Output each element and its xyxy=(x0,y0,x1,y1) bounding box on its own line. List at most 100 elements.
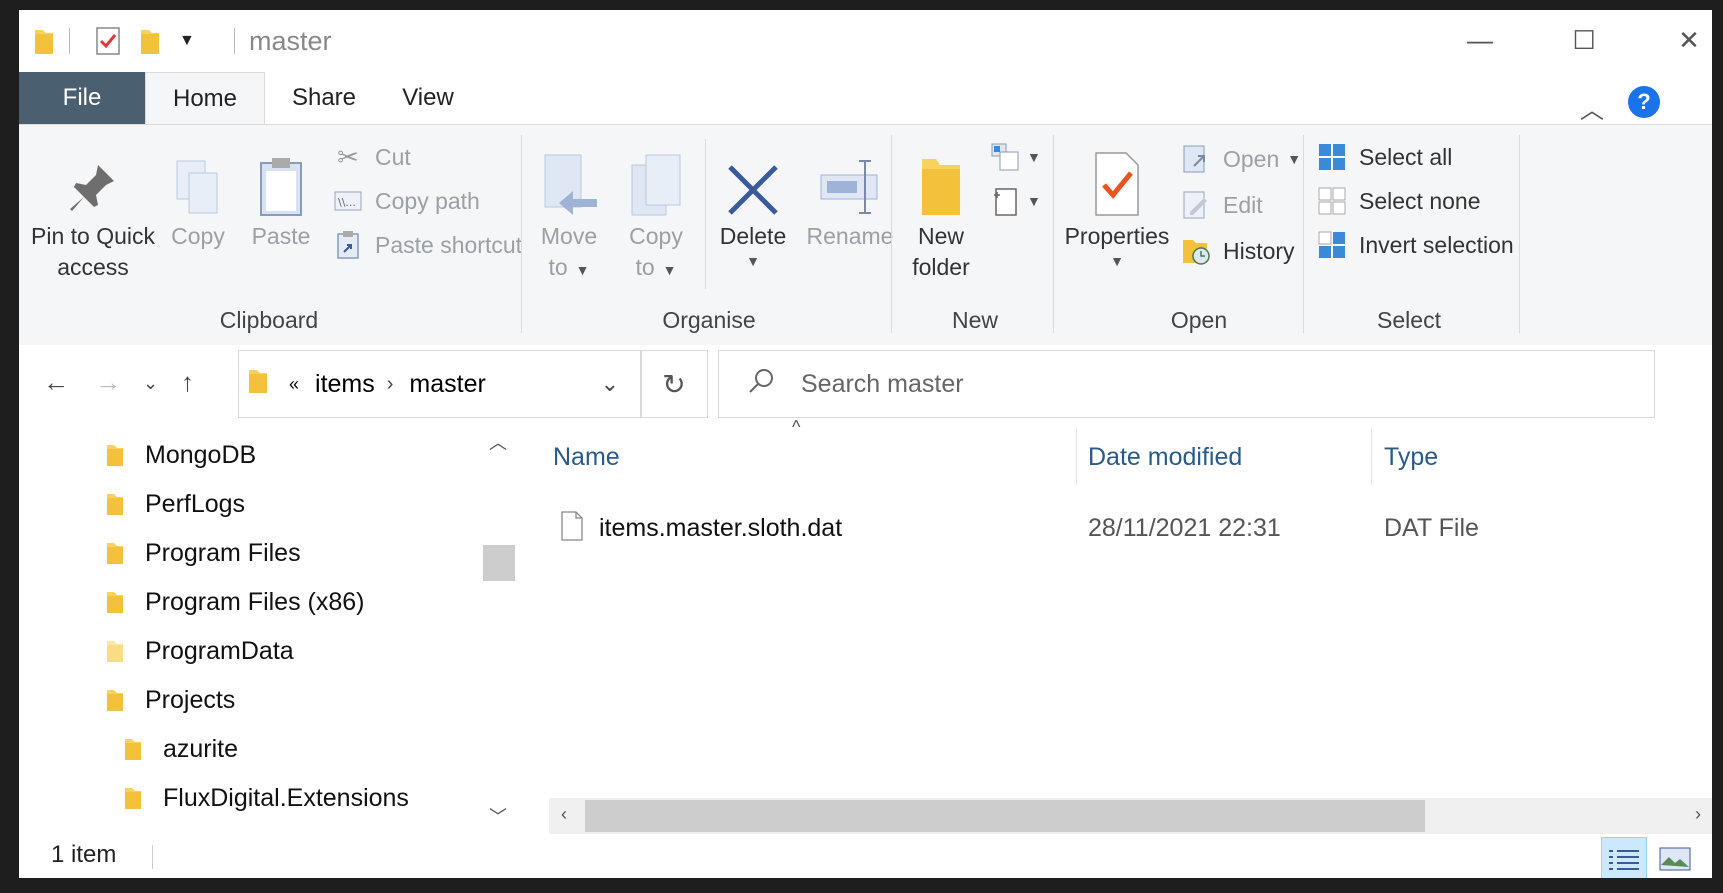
history-icon xyxy=(1179,236,1213,266)
tab-view[interactable]: View xyxy=(381,72,475,124)
search-icon xyxy=(747,367,775,402)
cut-button[interactable]: ✂ Cut xyxy=(331,137,411,177)
folder-icon xyxy=(105,442,129,468)
select-none-icon xyxy=(1315,186,1349,216)
open-button[interactable]: Open ▼ xyxy=(1179,139,1301,179)
file-list: ^ Name Date modified Type items.master.s… xyxy=(516,417,1712,835)
ribbon-tabs: File Home Share View ︿ ? xyxy=(19,72,1712,125)
easy-access-button[interactable]: ▼ xyxy=(989,181,1041,221)
copy-to-button[interactable]: Copy to ▼ xyxy=(619,141,693,286)
group-separator xyxy=(1519,135,1520,333)
up-arrow-icon[interactable]: ↑ xyxy=(181,367,194,398)
nav-item-program-files[interactable]: Program Files xyxy=(105,531,301,575)
search-box[interactable]: Search master xyxy=(718,350,1655,418)
refresh-icon[interactable]: ↻ xyxy=(640,350,708,418)
nav-item-program-files-x86[interactable]: Program Files (x86) xyxy=(105,580,365,624)
recent-locations-chevron-icon[interactable]: ⌄ xyxy=(143,373,158,394)
address-bar[interactable]: « items › master ⌄ xyxy=(238,350,642,418)
column-separator[interactable] xyxy=(1076,429,1077,485)
select-all-button[interactable]: Select all xyxy=(1315,137,1452,177)
address-history-chevron-icon[interactable]: ⌄ xyxy=(601,371,619,397)
file-type: DAT File xyxy=(1384,513,1479,542)
paste-shortcut-icon xyxy=(331,230,365,260)
tab-home[interactable]: Home xyxy=(145,72,265,125)
column-header-name[interactable]: Name xyxy=(553,443,620,472)
title-bar[interactable]: ▼ master — ☐ ✕ xyxy=(19,10,1712,72)
maximize-button[interactable]: ☐ xyxy=(1549,20,1619,60)
edit-button[interactable]: Edit xyxy=(1179,185,1263,225)
file-name: items.master.sloth.dat xyxy=(599,513,843,542)
move-to-button[interactable]: Move to ▼ xyxy=(533,141,605,286)
tab-share[interactable]: Share xyxy=(269,72,379,124)
file-row[interactable]: items.master.sloth.dat 28/11/2021 22:31 … xyxy=(546,503,1696,553)
customize-quick-access-dropdown[interactable]: ▼ xyxy=(179,32,195,50)
properties-dropdown-caret[interactable]: ▼ xyxy=(1059,252,1175,270)
close-button[interactable]: ✕ xyxy=(1654,20,1712,60)
scroll-down-icon[interactable]: ﹀ xyxy=(480,803,516,829)
copy-button[interactable]: Copy xyxy=(165,141,231,252)
properties-icon xyxy=(1059,141,1175,217)
copy-path-button[interactable]: \\... Copy path xyxy=(331,181,480,221)
scroll-up-icon[interactable]: ︿ xyxy=(480,429,516,455)
column-header-date-modified[interactable]: Date modified xyxy=(1088,443,1242,472)
minimize-ribbon-chevron-icon[interactable]: ︿ xyxy=(1580,90,1604,125)
rename-button[interactable]: Rename xyxy=(803,141,897,252)
paste-button[interactable]: Paste xyxy=(245,141,317,252)
new-folder-button[interactable]: New folder xyxy=(901,141,981,283)
pin-label-line1: Pin to Quick xyxy=(31,223,155,249)
nav-item-label: Program Files xyxy=(145,538,301,567)
nav-item-projects[interactable]: Projects xyxy=(105,678,235,722)
scrollbar-thumb[interactable] xyxy=(585,800,1425,832)
large-icons-view-button[interactable] xyxy=(1653,837,1697,878)
group-separator xyxy=(1053,135,1054,333)
scissors-icon: ✂ xyxy=(337,141,359,172)
select-none-button[interactable]: Select none xyxy=(1315,181,1480,221)
column-separator[interactable] xyxy=(1371,429,1372,485)
nav-item-perflogs[interactable]: PerfLogs xyxy=(105,482,245,526)
nav-item-mongodb[interactable]: MongoDB xyxy=(105,433,256,477)
breadcrumb-items[interactable]: items xyxy=(315,370,375,399)
file-list-horizontal-scrollbar[interactable]: ‹ › xyxy=(549,798,1712,834)
open-dropdown-caret: ▼ xyxy=(1287,151,1302,167)
back-arrow-icon[interactable]: ← xyxy=(43,367,69,398)
properties-button[interactable]: Properties ▼ xyxy=(1059,141,1175,270)
navigation-pane-scrollbar[interactable]: ︿ ﹀ xyxy=(480,423,516,835)
edit-label: Edit xyxy=(1223,191,1263,218)
delete-dropdown-caret[interactable]: ▼ xyxy=(713,252,793,270)
breadcrumb-overflow[interactable]: « xyxy=(289,374,299,395)
nav-item-fluxdigital-extensions[interactable]: FluxDigital.Extensions xyxy=(123,776,409,820)
folder-icon xyxy=(123,785,147,811)
invert-selection-button[interactable]: Invert selection xyxy=(1315,225,1514,265)
pin-to-quick-access-button[interactable]: Pin to Quick access xyxy=(31,141,155,283)
help-button[interactable]: ? xyxy=(1628,86,1660,118)
new-folder-quick-icon[interactable] xyxy=(139,26,161,61)
nav-item-azurite[interactable]: azurite xyxy=(123,727,238,771)
copy-label: Copy xyxy=(171,223,225,249)
delete-button[interactable]: Delete ▼ xyxy=(713,141,793,270)
nav-item-programdata[interactable]: ProgramData xyxy=(105,629,294,673)
status-separator xyxy=(152,845,153,869)
breadcrumb-master[interactable]: master xyxy=(409,370,485,399)
status-bar: 1 item xyxy=(19,835,1712,878)
column-header-type[interactable]: Type xyxy=(1384,443,1438,472)
forward-arrow-icon[interactable]: → xyxy=(95,367,121,398)
open-icon xyxy=(1179,144,1213,174)
paste-shortcut-button[interactable]: Paste shortcut xyxy=(331,225,522,265)
title-separator xyxy=(69,28,70,54)
minimize-button[interactable]: — xyxy=(1445,20,1515,60)
scroll-left-icon[interactable]: ‹ xyxy=(561,804,567,825)
new-item-button[interactable]: ▼ xyxy=(989,137,1041,177)
details-view-button[interactable] xyxy=(1601,837,1647,878)
history-button[interactable]: History xyxy=(1179,231,1295,271)
file-date-modified: 28/11/2021 22:31 xyxy=(1088,513,1281,542)
properties-quick-icon[interactable] xyxy=(95,26,121,61)
tab-file[interactable]: File xyxy=(19,72,145,124)
folder-icon xyxy=(105,589,129,615)
file-icon xyxy=(560,511,584,548)
group-label-open: Open xyxy=(1170,307,1228,333)
group-label-new: New xyxy=(951,307,998,333)
scrollbar-thumb[interactable] xyxy=(483,545,515,581)
group-label-organise: Organise xyxy=(662,307,756,333)
scroll-right-icon[interactable]: › xyxy=(1695,804,1701,825)
breadcrumb-chevron-icon[interactable]: › xyxy=(387,373,394,396)
